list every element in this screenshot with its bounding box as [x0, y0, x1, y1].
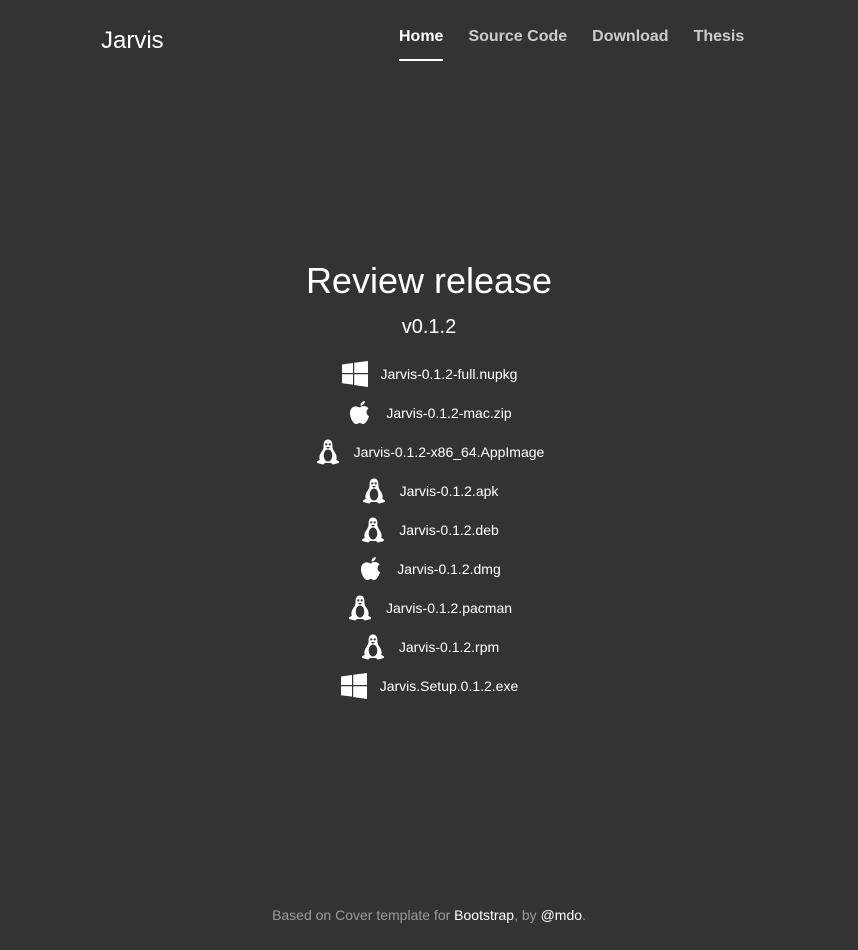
- release-version: v0.1.2: [401, 316, 457, 338]
- brand-logo[interactable]: Jarvis: [101, 27, 164, 55]
- download-link[interactable]: Jarvis-0.1.2.pacman: [346, 594, 512, 622]
- download-link[interactable]: Jarvis-0.1.2-mac.zip: [346, 399, 512, 427]
- nav-source-code[interactable]: Source Code: [468, 27, 567, 61]
- download-link[interactable]: Jarvis-0.1.2.apk: [360, 477, 499, 505]
- list-item: Jarvis-0.1.2.dmg: [0, 549, 858, 588]
- download-link[interactable]: Jarvis-0.1.2.dmg: [357, 555, 501, 583]
- nav-download[interactable]: Download: [592, 27, 668, 61]
- footer-text: , by: [514, 907, 541, 923]
- linux-icon: [360, 477, 388, 505]
- download-filename: Jarvis-0.1.2-x86_64.AppImage: [353, 443, 545, 460]
- download-filename: Jarvis-0.1.2-full.nupkg: [380, 365, 518, 382]
- download-filename: Jarvis-0.1.2.deb: [399, 521, 499, 538]
- list-item: Jarvis-0.1.2-x86_64.AppImage: [0, 432, 858, 471]
- list-item: Jarvis-0.1.2-full.nupkg: [0, 354, 858, 393]
- apple-icon: [357, 555, 385, 583]
- download-link[interactable]: Jarvis-0.1.2-x86_64.AppImage: [314, 438, 545, 466]
- download-filename: Jarvis-0.1.2.rpm: [398, 638, 500, 655]
- nav-home[interactable]: Home: [399, 27, 444, 61]
- footer-text: Based on Cover template for: [272, 907, 455, 923]
- apple-icon: [346, 399, 374, 427]
- mdo-link[interactable]: @mdo: [541, 907, 582, 923]
- footer-text: .: [582, 907, 586, 923]
- linux-icon: [346, 594, 374, 622]
- download-link[interactable]: Jarvis-0.1.2.deb: [359, 516, 499, 544]
- windows-icon: [340, 672, 368, 700]
- linux-icon: [359, 633, 387, 661]
- windows-icon: [341, 360, 369, 388]
- linux-icon: [359, 516, 387, 544]
- download-link[interactable]: Jarvis.Setup.0.1.2.exe: [340, 672, 519, 700]
- page-footer: Based on Cover template for Bootstrap, b…: [0, 906, 858, 924]
- download-list: Jarvis-0.1.2-full.nupkg Jarvis-0.1.2-mac…: [0, 354, 858, 705]
- list-item: Jarvis-0.1.2.apk: [0, 471, 858, 510]
- download-filename: Jarvis-0.1.2.pacman: [385, 599, 513, 616]
- download-link[interactable]: Jarvis-0.1.2-full.nupkg: [341, 360, 518, 388]
- main-nav: Home Source Code Download Thesis: [399, 27, 744, 61]
- nav-thesis[interactable]: Thesis: [694, 27, 745, 61]
- list-item: Jarvis-0.1.2.deb: [0, 510, 858, 549]
- download-link[interactable]: Jarvis-0.1.2.rpm: [359, 633, 499, 661]
- list-item: Jarvis-0.1.2-mac.zip: [0, 393, 858, 432]
- main-content: Review release v0.1.2 Jarvis-0.1.2-full.…: [0, 261, 858, 705]
- download-filename: Jarvis.Setup.0.1.2.exe: [379, 677, 519, 694]
- page-title: Review release: [305, 260, 553, 301]
- download-filename: Jarvis-0.1.2.dmg: [397, 560, 501, 577]
- list-item: Jarvis-0.1.2.rpm: [0, 627, 858, 666]
- download-filename: Jarvis-0.1.2-mac.zip: [386, 404, 512, 421]
- download-filename: Jarvis-0.1.2.apk: [399, 482, 499, 499]
- linux-icon: [314, 438, 342, 466]
- list-item: Jarvis.Setup.0.1.2.exe: [0, 666, 858, 705]
- list-item: Jarvis-0.1.2.pacman: [0, 588, 858, 627]
- bootstrap-link[interactable]: Bootstrap: [454, 907, 514, 923]
